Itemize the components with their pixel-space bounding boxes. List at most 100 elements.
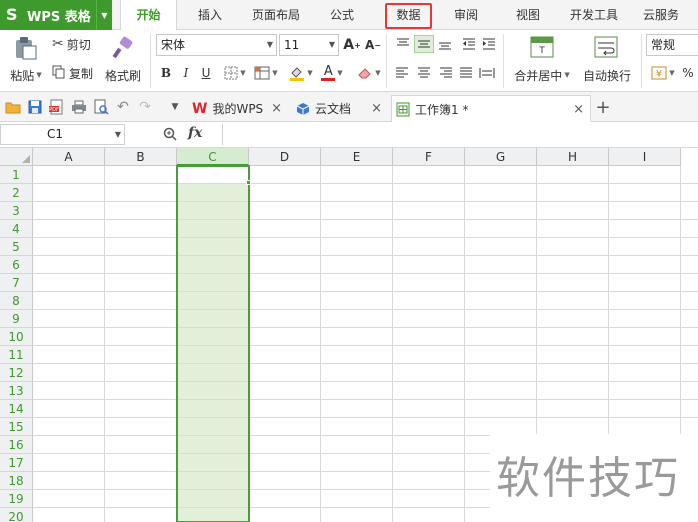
active-cell-c1[interactable] [178, 167, 248, 183]
app-menu-dropdown-icon[interactable]: ▼ [96, 0, 112, 30]
paste-button[interactable]: 粘贴 ▼ [6, 66, 46, 84]
row-header-11[interactable]: 11 [0, 346, 33, 364]
row-header-17[interactable]: 17 [0, 454, 33, 472]
tab-formulas[interactable]: 公式 [318, 0, 366, 30]
undo-icon[interactable]: ↶ [114, 98, 132, 116]
cut-button[interactable]: ✂ 剪切 [52, 35, 100, 53]
insert-function-button[interactable]: fx [188, 125, 202, 141]
format-painter-button[interactable]: 格式刷 [102, 66, 144, 84]
tab-home[interactable]: 开始 [120, 0, 177, 31]
row-header-8[interactable]: 8 [0, 292, 33, 310]
merge-center-icon[interactable]: T [528, 34, 556, 60]
doc-tab-cloud-docs[interactable]: 云文档 × [292, 95, 388, 122]
row-header-15[interactable]: 15 [0, 418, 33, 436]
copy-button[interactable]: 复制 [52, 64, 100, 82]
row-header-14[interactable]: 14 [0, 400, 33, 418]
column-header-f[interactable]: F [393, 148, 465, 166]
decrease-font-size-icon[interactable]: A − [364, 36, 382, 54]
percent-button[interactable]: % [680, 64, 696, 82]
column-header-h[interactable]: H [537, 148, 609, 166]
row-header-4[interactable]: 4 [0, 220, 33, 238]
clear-format-icon[interactable]: ▼ [355, 64, 383, 82]
tab-insert[interactable]: 插入 [186, 0, 234, 30]
column-header-b[interactable]: B [105, 148, 177, 166]
data-tab-highlight-box [385, 3, 432, 29]
close-icon[interactable]: × [573, 102, 584, 117]
close-icon[interactable]: × [371, 101, 382, 116]
doc-tab-workbook1[interactable]: 工作簿1 * × [391, 95, 591, 122]
row-header-2[interactable]: 2 [0, 184, 33, 202]
svg-text:PDF: PDF [49, 107, 59, 113]
export-pdf-icon[interactable]: PDF [48, 98, 66, 116]
save-icon[interactable] [26, 98, 44, 116]
justify-icon[interactable] [458, 65, 474, 81]
align-bottom-icon[interactable] [436, 36, 454, 52]
row-header-16[interactable]: 16 [0, 436, 33, 454]
redo-icon[interactable]: ↷ [136, 98, 154, 116]
row-header-12[interactable]: 12 [0, 364, 33, 382]
cell-style-icon[interactable]: ▼ [252, 64, 280, 82]
column-header-d[interactable]: D [249, 148, 321, 166]
row-header-1[interactable]: 1 [0, 166, 33, 184]
tab-developer[interactable]: 开发工具 [562, 0, 626, 30]
merge-center-button[interactable]: 合并居中 ▼ [508, 66, 576, 84]
underline-button[interactable]: U [198, 64, 214, 82]
quick-access-dropdown-icon[interactable]: ▼ [166, 98, 184, 116]
increase-indent-icon[interactable] [480, 36, 498, 52]
paste-icon[interactable] [8, 34, 42, 62]
fill-handle[interactable] [246, 180, 251, 185]
decrease-indent-icon[interactable] [460, 36, 478, 52]
fill-color-icon[interactable]: ▼ [286, 64, 316, 82]
tab-page-layout[interactable]: 页面布局 [244, 0, 308, 30]
row-header-13[interactable]: 13 [0, 382, 33, 400]
column-header-i[interactable]: I [609, 148, 681, 166]
row-header-7[interactable]: 7 [0, 274, 33, 292]
row-header-20[interactable]: 20 [0, 508, 33, 522]
bold-button[interactable]: B [158, 64, 174, 82]
row-header-9[interactable]: 9 [0, 310, 33, 328]
column-header-e[interactable]: E [321, 148, 393, 166]
cloud-cube-icon [296, 102, 310, 116]
menu-bar: S WPS 表格 ▼ 开始 插入 页面布局 公式 数据 审阅 视图 开发工具 云… [0, 0, 698, 31]
tab-review[interactable]: 审阅 [442, 0, 490, 30]
currency-format-icon[interactable]: ¥ ▼ [648, 64, 678, 82]
italic-button[interactable]: I [178, 64, 194, 82]
increase-font-size-icon[interactable]: A + [343, 36, 361, 54]
wrap-text-icon[interactable] [592, 34, 620, 60]
font-color-button[interactable]: A ▼ [318, 63, 346, 83]
name-box[interactable]: C1 ▼ [0, 124, 125, 145]
row-header-6[interactable]: 6 [0, 256, 33, 274]
row-header-19[interactable]: 19 [0, 490, 33, 508]
print-preview-icon[interactable] [92, 98, 110, 116]
row-header-10[interactable]: 10 [0, 328, 33, 346]
close-icon[interactable]: × [271, 101, 282, 116]
row-header-5[interactable]: 5 [0, 238, 33, 256]
number-format-select[interactable]: 常规 [646, 34, 698, 56]
align-middle-icon[interactable] [414, 35, 434, 53]
print-icon[interactable] [70, 98, 88, 116]
wrap-text-button[interactable]: 自动换行 [580, 66, 634, 84]
tab-view[interactable]: 视图 [504, 0, 552, 30]
column-header-a[interactable]: A [33, 148, 105, 166]
align-left-icon[interactable] [394, 65, 410, 81]
row-header-3[interactable]: 3 [0, 202, 33, 220]
border-icon[interactable]: ▼ [222, 64, 248, 82]
column-header-g[interactable]: G [465, 148, 537, 166]
app-menu-button[interactable]: S WPS 表格 ▼ [0, 0, 112, 30]
zoom-icon[interactable] [162, 126, 178, 145]
font-name-select[interactable]: 宋体 ▼ [156, 34, 277, 56]
font-size-select[interactable]: 11 ▼ [279, 34, 339, 56]
formula-input[interactable] [222, 124, 698, 145]
align-right-icon[interactable] [438, 65, 454, 81]
align-center-icon[interactable] [416, 65, 432, 81]
select-all-corner[interactable] [0, 148, 33, 166]
row-header-18[interactable]: 18 [0, 472, 33, 490]
format-painter-icon[interactable] [106, 34, 140, 62]
tab-cloud-service[interactable]: 云服务 [636, 0, 686, 30]
column-header-c[interactable]: C [177, 148, 249, 166]
new-tab-plus-icon[interactable]: + [594, 97, 612, 118]
distributed-align-icon[interactable] [478, 65, 496, 81]
open-folder-icon[interactable] [4, 98, 22, 116]
align-top-icon[interactable] [394, 36, 412, 52]
doc-tab-my-wps[interactable]: W 我的WPS × [188, 95, 288, 122]
